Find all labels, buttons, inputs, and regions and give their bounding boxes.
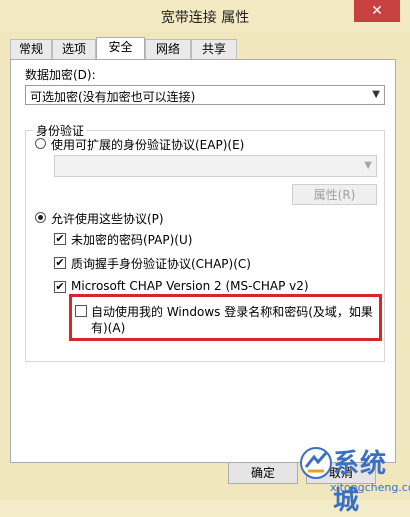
auto-login-label-line1: 自动使用我的 Windows 登录名称和密码(及域，如果 — [91, 305, 373, 319]
eap-method-select: ▼ — [54, 155, 377, 177]
allow-protocols-label: 允许使用这些协议(P) — [51, 212, 164, 226]
tab-general[interactable]: 常规 — [10, 39, 52, 59]
mschapv2-checkbox[interactable]: ✔ — [54, 281, 66, 293]
ok-button[interactable]: 确定 — [228, 462, 298, 484]
properties-button: 属性(R) — [292, 184, 377, 205]
tab-options[interactable]: 选项 — [52, 39, 96, 59]
chevron-down-icon: ▼ — [364, 160, 372, 171]
eap-radio-label: 使用可扩展的身份验证协议(EAP)(E) — [51, 138, 245, 152]
pap-label: 未加密的密码(PAP)(U) — [71, 233, 193, 247]
mschapv2-label: Microsoft CHAP Version 2 (MS-CHAP v2) — [71, 279, 309, 293]
close-button[interactable]: ✕ — [354, 0, 400, 22]
watermark-text: 系统城 — [333, 449, 388, 516]
security-panel: 数据加密(D): 可选加密(没有加密也可以连接) ▼ 身份验证 使用可扩展的身份… — [10, 59, 396, 463]
properties-window: 宽带连接 属性 ✕ 常规 选项 安全 网络 共享 数据加密(D): 可选加密(没… — [0, 0, 410, 516]
chevron-down-icon: ▼ — [372, 89, 380, 100]
allow-protocols-radio[interactable] — [35, 212, 46, 223]
watermark-url: xitongcheng.com — [330, 481, 410, 494]
tab-security[interactable]: 安全 — [96, 37, 145, 60]
site-logo-icon — [300, 447, 332, 479]
auto-login-label-line2: 有)(A) — [91, 321, 126, 335]
pap-checkbox[interactable]: ✔ — [54, 233, 66, 245]
data-encryption-select[interactable]: 可选加密(没有加密也可以连接) ▼ — [25, 85, 385, 105]
window-title: 宽带连接 属性 — [160, 10, 250, 26]
title-bar: 宽带连接 属性 ✕ — [0, 0, 410, 32]
chap-label: 质询握手身份验证协议(CHAP)(C) — [71, 257, 251, 271]
chap-checkbox[interactable]: ✔ — [54, 257, 66, 269]
eap-radio[interactable] — [35, 138, 46, 149]
data-encryption-label: 数据加密(D): — [25, 68, 96, 82]
auto-login-checkbox[interactable] — [75, 305, 87, 317]
site-watermark: 系统城 xitongcheng.com — [300, 441, 410, 516]
tab-networking[interactable]: 网络 — [145, 39, 191, 59]
tab-sharing[interactable]: 共享 — [191, 39, 237, 59]
data-encryption-value: 可选加密(没有加密也可以连接) — [30, 90, 196, 104]
